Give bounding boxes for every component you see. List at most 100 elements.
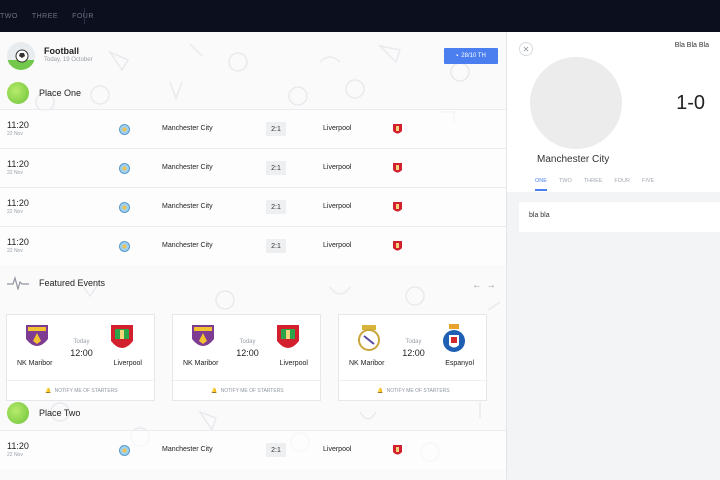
event-day: Today <box>405 339 422 345</box>
detail-score: 1-0 <box>676 92 705 114</box>
place-header: Place One <box>0 82 506 104</box>
liverpool-crest-icon <box>393 163 402 173</box>
match-score: 2:1 <box>266 161 286 175</box>
featured-card[interactable]: Today 12:00 NK Maribor Liverpool 🔔 NOTIF… <box>172 314 322 401</box>
ball-icon <box>7 82 29 104</box>
tab-one[interactable]: ONE <box>535 178 547 191</box>
match-row[interactable]: 11:20 22 Nov Manchester City 2:1 Liverpo… <box>0 226 506 265</box>
detail-team-name: Manchester City <box>537 154 610 165</box>
match-time: 11:20 <box>7 120 29 130</box>
nav-tab-two[interactable]: TWO <box>0 13 18 20</box>
bell-icon: 🔔 <box>45 387 52 394</box>
featured-header: Featured Events ←→ <box>0 272 506 294</box>
event-day: Today <box>239 339 256 345</box>
match-date: 22 Nov <box>7 131 23 137</box>
detail-content: bla bla <box>519 202 720 232</box>
date-picker-button[interactable]: ▪ 28/10 TH <box>444 48 498 64</box>
match-row[interactable]: 11:20 22 Nov Manchester City 2:1 Liverpo… <box>0 187 506 226</box>
away-team: Liverpool <box>323 446 352 453</box>
top-navigation: TWO THREE FOUR <box>0 0 720 32</box>
featured-card[interactable]: Today 12:00 NK Maribor Espanyol 🔔 NOTIFY… <box>338 314 488 401</box>
match-score: 2:1 <box>266 200 286 214</box>
home-team: NK Maribor <box>349 360 385 367</box>
match-row[interactable]: 11:20 22 Nov Manchester City 2:1 Liverpo… <box>0 430 506 469</box>
nav-divider <box>84 8 85 24</box>
ball-icon <box>7 402 29 424</box>
match-row[interactable]: 11:20 22 Nov Manchester City 2:1 Liverpo… <box>0 109 506 148</box>
place-header: Place Two <box>0 402 506 424</box>
away-team: Liverpool <box>323 203 352 210</box>
man-city-crest-icon <box>119 241 130 252</box>
man-city-crest-icon <box>119 163 130 174</box>
away-team: Liverpool <box>113 360 142 367</box>
match-score: 2:1 <box>266 239 286 253</box>
match-time: 11:20 <box>7 441 29 451</box>
home-team: Manchester City <box>162 164 213 171</box>
sport-date: Today, 19 October <box>44 57 93 63</box>
match-time: 11:20 <box>7 159 29 169</box>
liverpool-crest-icon <box>393 202 402 212</box>
pulse-icon <box>7 276 29 290</box>
match-time: 11:20 <box>7 198 29 208</box>
arrow-right-icon[interactable]: → <box>486 280 500 291</box>
home-team: Manchester City <box>162 446 213 453</box>
featured-title: Featured Events <box>39 278 106 288</box>
notify-button[interactable]: 🔔 NOTIFY ME OF STARTERS <box>339 380 488 400</box>
home-team: Manchester City <box>162 125 213 132</box>
notify-label: NOTIFY ME OF STARTERS <box>54 387 118 394</box>
tab-two[interactable]: TWO <box>559 178 572 191</box>
match-date: 22 Nov <box>7 248 23 254</box>
liverpool-crest-icon <box>393 241 402 251</box>
notify-button[interactable]: 🔔 NOTIFY ME OF STARTERS <box>7 380 156 400</box>
bell-icon: 🔔 <box>377 387 384 394</box>
liverpool-crest-icon <box>393 445 402 455</box>
team-avatar <box>530 57 622 149</box>
arrow-left-icon[interactable]: ← <box>472 280 486 291</box>
bell-icon: 🔔 <box>211 387 218 394</box>
away-team: Liverpool <box>323 164 352 171</box>
event-time: 12:00 <box>236 348 259 358</box>
nav-tab-four[interactable]: FOUR <box>72 13 94 20</box>
event-day: Today <box>73 339 90 345</box>
featured-card[interactable]: Today 12:00 NK Maribor Liverpool 🔔 NOTIF… <box>6 314 156 401</box>
match-score: 2:1 <box>266 443 286 457</box>
detail-label: Bla Bla Bla <box>674 42 709 49</box>
away-team: Espanyol <box>445 360 474 367</box>
nav-tab-three[interactable]: THREE <box>32 13 58 20</box>
close-icon[interactable]: ✕ <box>519 42 533 56</box>
events-panel: Football Today, 19 October ▪ 28/10 TH Pl… <box>0 32 506 480</box>
match-date: 22 Nov <box>7 452 23 458</box>
detail-header: ✕ Bla Bla Bla 1-0 Manchester City ONE TW… <box>507 32 720 192</box>
home-team: NK Maribor <box>183 360 219 367</box>
away-team: Liverpool <box>323 242 352 249</box>
match-row[interactable]: 11:20 22 Nov Manchester City 2:1 Liverpo… <box>0 148 506 187</box>
event-time: 12:00 <box>70 348 93 358</box>
tab-five[interactable]: FIVE <box>642 178 654 191</box>
football-logo-icon <box>7 42 35 70</box>
detail-tabs: ONE TWO THREE FOUR FIVE <box>535 178 654 191</box>
calendar-icon: ▪ <box>456 53 459 59</box>
tab-four[interactable]: FOUR <box>614 178 630 191</box>
tab-three[interactable]: THREE <box>584 178 603 191</box>
sport-title: Football <box>44 46 79 56</box>
home-team: NK Maribor <box>17 360 53 367</box>
man-city-crest-icon <box>119 124 130 135</box>
away-team: Liverpool <box>323 125 352 132</box>
liverpool-crest-icon <box>393 124 402 134</box>
home-team: Manchester City <box>162 242 213 249</box>
place-title: Place Two <box>39 408 81 418</box>
notify-button[interactable]: 🔔 NOTIFY ME OF STARTERS <box>173 380 322 400</box>
match-time: 11:20 <box>7 237 29 247</box>
notify-label: NOTIFY ME OF STARTERS <box>220 387 284 394</box>
home-team: Manchester City <box>162 203 213 210</box>
sport-header: Football Today, 19 October ▪ 28/10 TH <box>0 32 506 76</box>
match-date: 22 Nov <box>7 209 23 215</box>
match-date: 22 Nov <box>7 170 23 176</box>
event-time: 12:00 <box>402 348 425 358</box>
match-detail-panel: ✕ Bla Bla Bla 1-0 Manchester City ONE TW… <box>506 32 720 480</box>
man-city-crest-icon <box>119 202 130 213</box>
date-picker-label: 28/10 TH <box>461 53 486 59</box>
man-city-crest-icon <box>119 445 130 456</box>
carousel-arrows: ←→ <box>472 280 500 291</box>
match-score: 2:1 <box>266 122 286 136</box>
